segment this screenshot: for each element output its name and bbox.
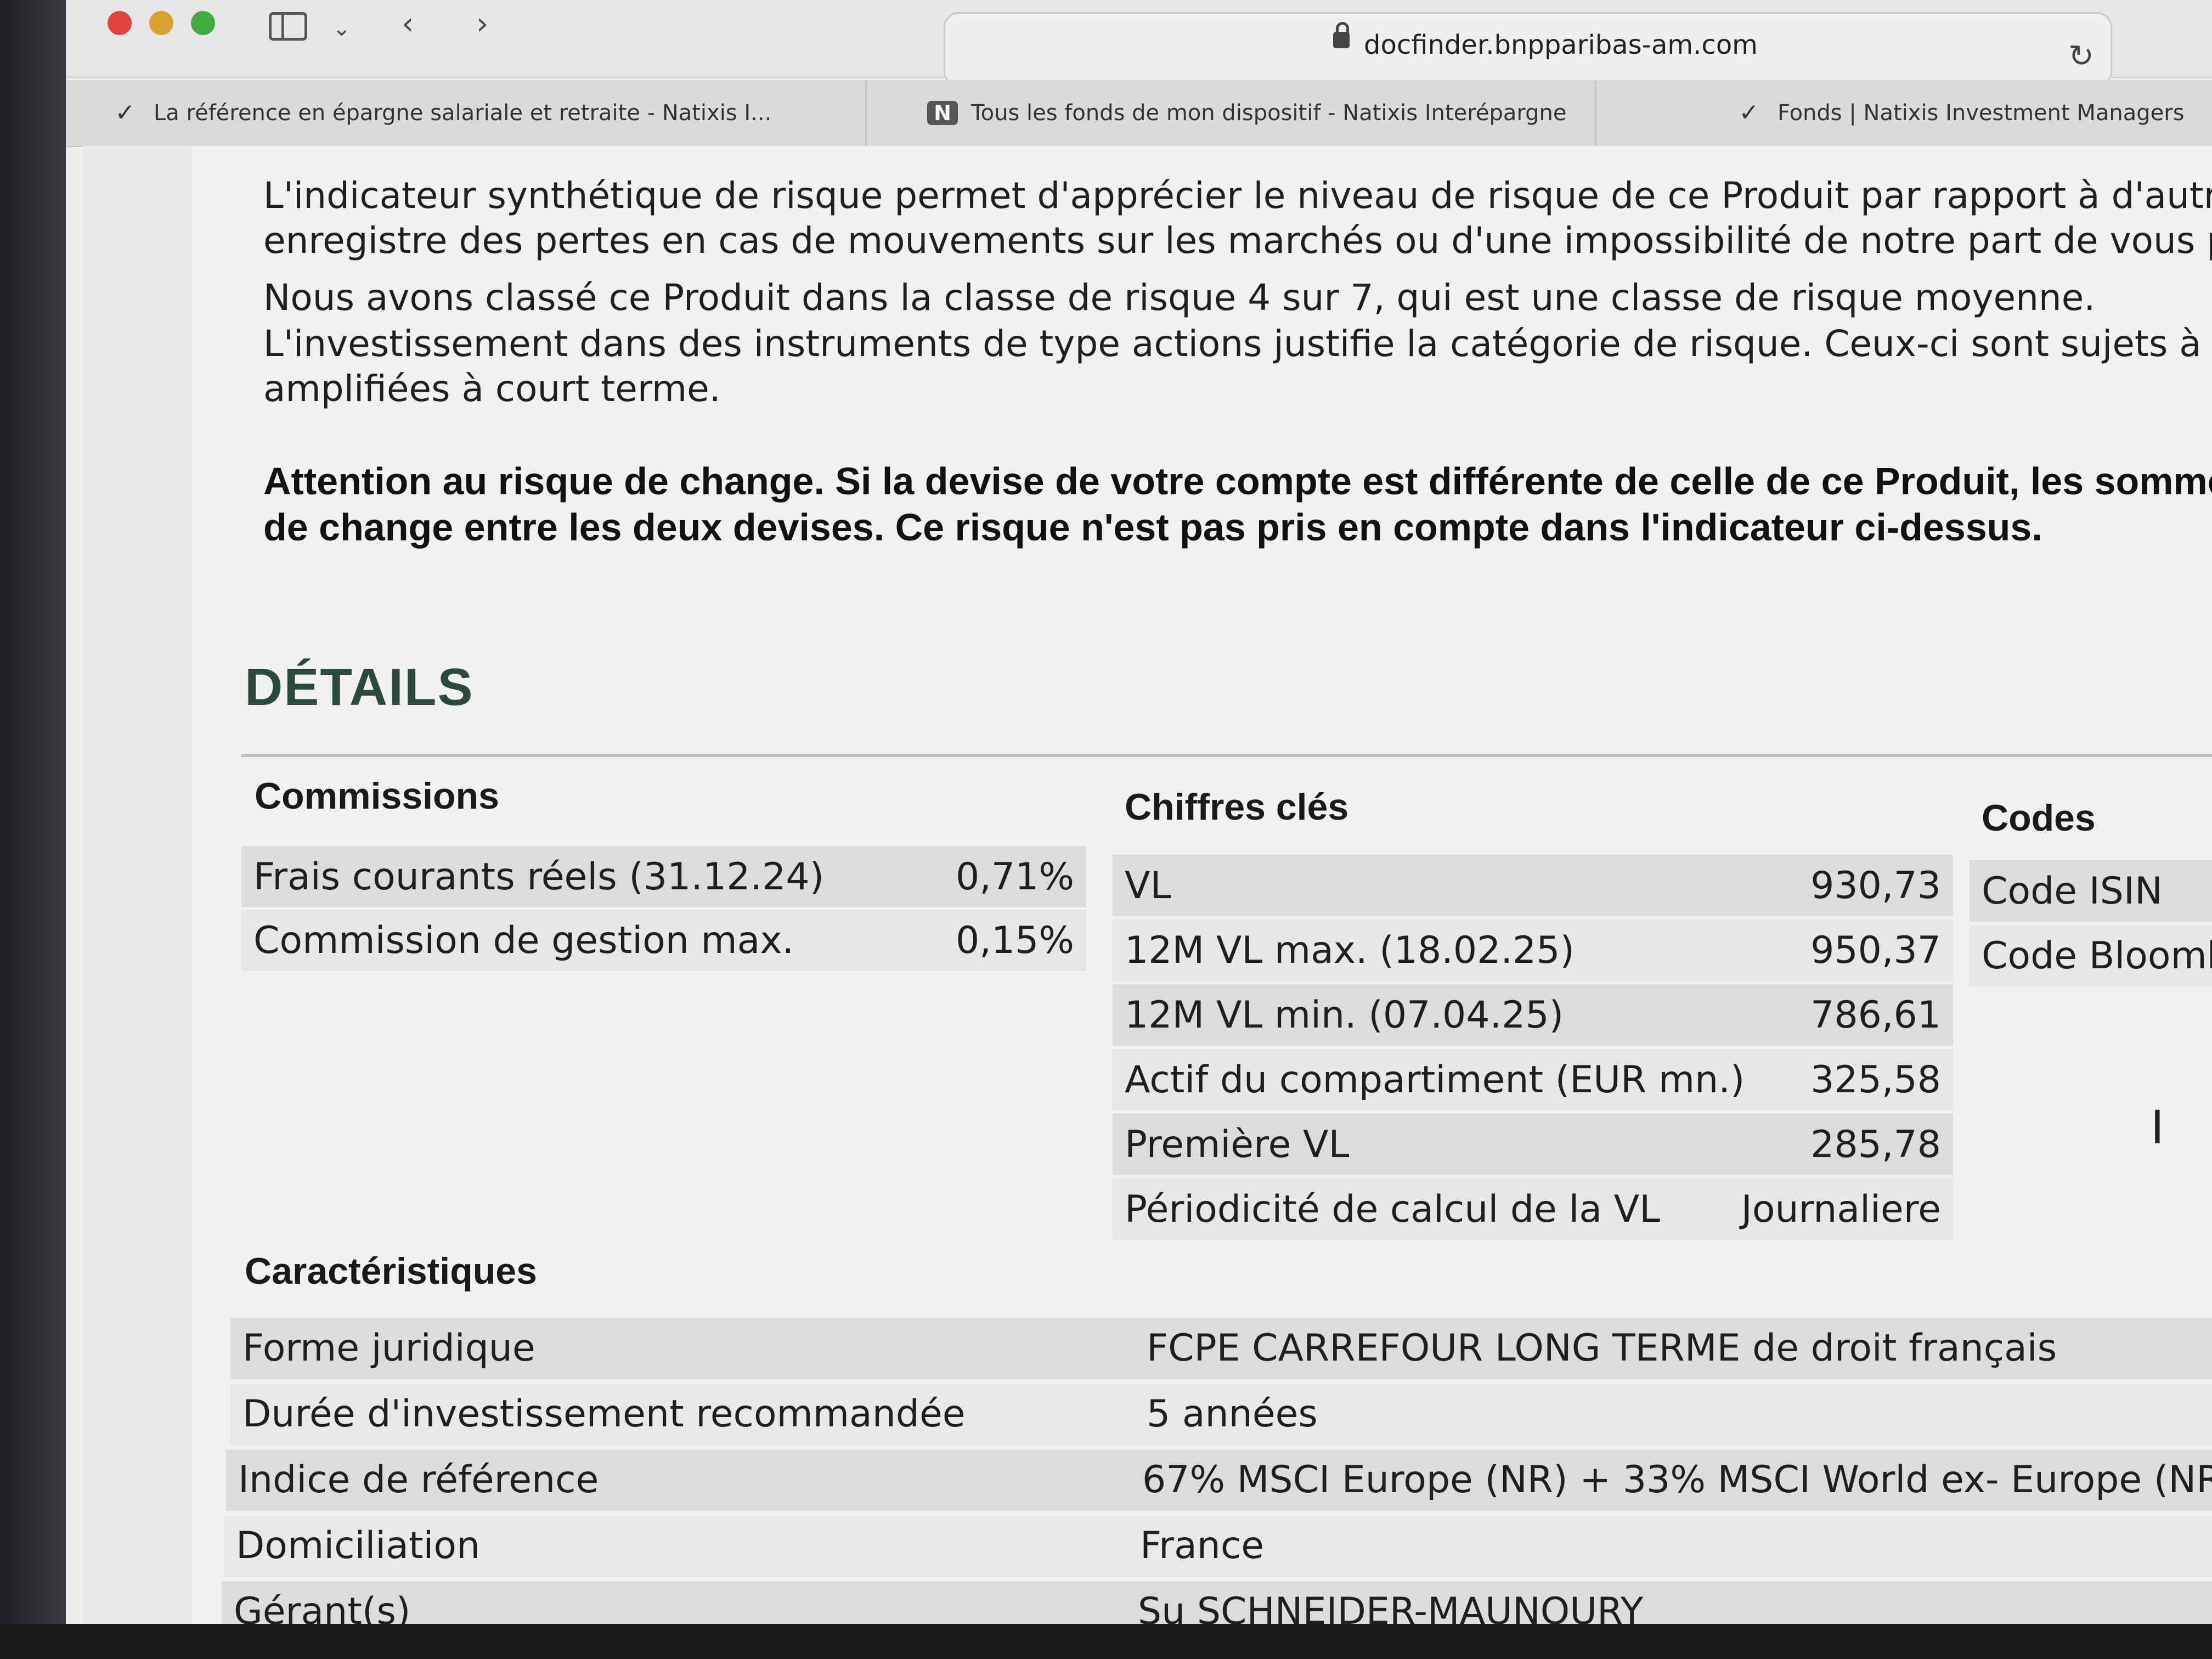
- row-label: Code Bloombe: [1982, 934, 2212, 978]
- row-label: Durée d'investissement recommandée: [242, 1392, 966, 1436]
- risk-text-line: L'indicateur synthétique de risque perme…: [263, 174, 2212, 217]
- row-value: 930,73: [1810, 864, 1941, 907]
- table-row: Première VL 285,78: [1113, 1114, 1953, 1175]
- row-label: Première VL: [1125, 1122, 1350, 1166]
- table-row: Code Bloombe: [1970, 925, 2212, 986]
- sidebar-toggle-icon[interactable]: [269, 12, 307, 41]
- tab-label: La référence en épargne salariale et ret…: [154, 100, 772, 126]
- forward-button[interactable]: ›: [476, 7, 488, 42]
- row-value: 786,61: [1810, 993, 1941, 1037]
- tab-label: Tous les fonds de mon dispositif - Natix…: [971, 100, 1567, 126]
- table-row: Frais courants réels (31.12.24) 0,71%: [241, 846, 1086, 907]
- lock-icon: [1333, 22, 1350, 48]
- page-gutter: [82, 146, 192, 1624]
- table-row: 12M VL min. (07.04.25) 786,61: [1113, 984, 1953, 1046]
- risk-text-line: Nous avons classé ce Produit dans la cla…: [263, 276, 2096, 319]
- row-label: 12M VL min. (07.04.25): [1125, 993, 1564, 1037]
- row-label: Périodicité de calcul de la VL: [1125, 1187, 1661, 1231]
- risk-text-line: amplifiées à court terme.: [263, 368, 721, 410]
- row-label: Commission de gestion max.: [253, 918, 794, 962]
- row-label: 12M VL max. (18.02.25): [1125, 928, 1575, 972]
- row-value: 0,15%: [955, 918, 1074, 962]
- row-value: 325,58: [1810, 1058, 1941, 1102]
- row-value: 950,37: [1810, 928, 1941, 972]
- table-row: Durée d'investissement recommandée 5 ann…: [230, 1384, 2212, 1445]
- characteristics-heading: Caractéristiques: [245, 1250, 537, 1292]
- table-row: Forme juridique FCPE CARREFOUR LONG TERM…: [230, 1318, 2212, 1379]
- table-row: VL 930,73: [1113, 855, 1953, 916]
- url-text[interactable]: docfinder.bnpparibas-am.com: [1364, 30, 1758, 60]
- currency-risk-warning: Attention au risque de change. Si la dev…: [263, 460, 2212, 503]
- table-row: 12M VL max. (18.02.25) 950,37: [1113, 919, 1953, 981]
- text-cursor-icon: I: [2151, 1101, 2164, 1154]
- screen-bezel-bottom: [0, 1624, 2212, 1659]
- page-content: L'indicateur synthétique de risque perme…: [82, 146, 2212, 1624]
- tab-label: Fonds | Natixis Investment Managers: [1778, 100, 2185, 126]
- minimize-window-button[interactable]: [149, 11, 173, 35]
- row-label: Code ISIN: [1982, 869, 2163, 913]
- table-row: Gérant(s) Su SCHNEIDER-MAUNOURY: [222, 1581, 2212, 1624]
- close-window-button[interactable]: [108, 11, 132, 35]
- row-value: 0,71%: [955, 855, 1074, 899]
- tab-natixis-interepargne[interactable]: N Tous les fonds de mon dispositif - Nat…: [867, 80, 1596, 146]
- row-value: France: [1140, 1524, 1265, 1567]
- table-row: Code ISIN: [1970, 860, 2212, 922]
- row-label: Actif du compartiment (EUR mn.): [1125, 1058, 1745, 1102]
- tab-natixis-epargne[interactable]: ✓ La référence en épargne salariale et r…: [110, 80, 867, 146]
- browser-window: ⌄ ‹ › docfinder.bnpparibas-am.com ↻ ✓ La…: [66, 0, 2212, 1624]
- row-label: Domiciliation: [236, 1524, 481, 1567]
- table-row: Domiciliation France: [224, 1515, 2212, 1577]
- currency-risk-warning: de change entre les deux devises. Ce ris…: [263, 506, 2042, 549]
- table-row: Indice de référence 67% MSCI Europe (NR)…: [226, 1449, 2212, 1511]
- divider: [241, 754, 2212, 757]
- key-figures-heading: Chiffres clés: [1125, 786, 1349, 828]
- row-value: Journaliere: [1741, 1187, 1941, 1231]
- natixis-swoosh-icon: ✓: [1739, 99, 1759, 127]
- risk-text-line: enregistre des pertes en cas de mouvemen…: [263, 219, 2212, 262]
- natixis-swoosh-icon: ✓: [115, 99, 136, 127]
- reload-icon[interactable]: ↻: [2068, 38, 2094, 74]
- table-row: Actif du compartiment (EUR mn.) 325,58: [1113, 1049, 1953, 1110]
- row-label: Indice de référence: [238, 1458, 599, 1502]
- row-value: 285,78: [1810, 1122, 1941, 1166]
- row-value: Su SCHNEIDER-MAUNOURY: [1138, 1590, 1644, 1624]
- row-label: Forme juridique: [242, 1327, 535, 1370]
- screen-bezel: [0, 0, 66, 1659]
- row-label: Gérant(s): [234, 1590, 411, 1624]
- row-label: Frais courants réels (31.12.24): [253, 855, 825, 899]
- table-row: Commission de gestion max. 0,15%: [241, 910, 1086, 971]
- browser-toolbar: ⌄ ‹ › docfinder.bnpparibas-am.com ↻: [66, 0, 2212, 87]
- row-value: 5 années: [1147, 1392, 1318, 1436]
- chevron-down-icon[interactable]: ⌄: [332, 11, 351, 46]
- row-value: FCPE CARREFOUR LONG TERME de droit franç…: [1147, 1327, 2057, 1370]
- tab-bar: ✓ La référence en épargne salariale et r…: [66, 80, 2212, 147]
- tab-natixis-im-fonds[interactable]: ✓ Fonds | Natixis Investment Managers: [1596, 80, 2212, 146]
- back-button[interactable]: ‹: [402, 7, 414, 42]
- commissions-heading: Commissions: [255, 775, 499, 817]
- row-label: VL: [1125, 864, 1171, 907]
- risk-text-line: L'investissement dans des instruments de…: [263, 323, 2212, 365]
- zoom-window-button[interactable]: [191, 11, 215, 35]
- codes-heading: Codes: [1982, 797, 2096, 839]
- table-row: Périodicité de calcul de la VL Journalie…: [1113, 1178, 1953, 1240]
- n-square-icon: N: [927, 101, 958, 125]
- details-heading: DÉTAILS: [245, 658, 474, 716]
- row-value: 67% MSCI Europe (NR) + 33% MSCI World ex…: [1142, 1458, 2212, 1502]
